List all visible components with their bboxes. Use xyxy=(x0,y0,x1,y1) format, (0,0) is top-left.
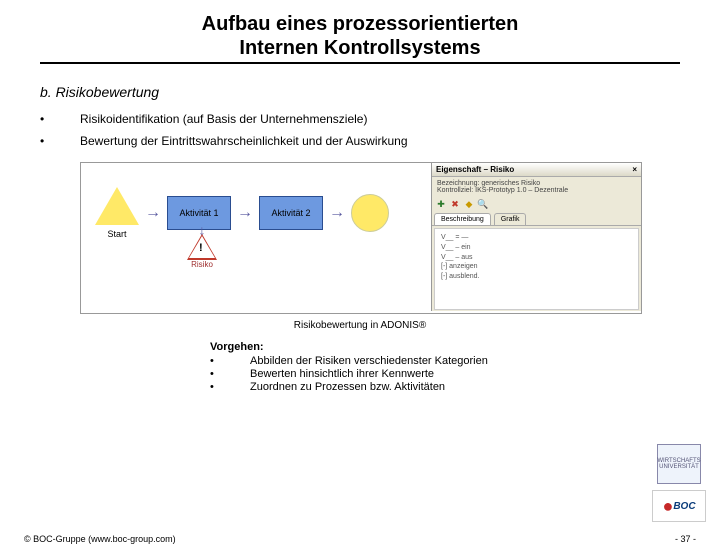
footer-copyright: © BOC-Gruppe (www.boc-group.com) xyxy=(24,534,176,544)
panel-info-line: Bezeichnung: generisches Risiko xyxy=(437,180,636,187)
panel-body: V__ = — V__ – ein V__ – aus [-] anzeigen… xyxy=(434,228,639,310)
warning-triangle-icon: ! xyxy=(189,236,215,258)
arrow-icon: → xyxy=(329,204,345,222)
diagram-caption: Risikobewertung in ADONIS® xyxy=(80,320,640,331)
boc-logo-text: BOC xyxy=(673,501,695,512)
logo-stack: WIRTSCHAFTS UNIVERSITÄT ● BOC xyxy=(652,444,706,522)
vorgehen-heading: Vorgehen: xyxy=(210,341,680,353)
bullet-marker: • xyxy=(40,112,80,126)
circle-icon xyxy=(351,194,389,232)
bullet-marker: • xyxy=(210,368,250,380)
bullet-marker: • xyxy=(210,355,250,367)
bullet-item: • Bewertung der Eintrittswahrscheinlichk… xyxy=(40,134,680,148)
close-icon[interactable]: × xyxy=(632,165,637,174)
vorgehen-item: • Abbilden der Risiken verschiedenster K… xyxy=(210,355,680,367)
triangle-icon xyxy=(95,187,139,225)
start-label: Start xyxy=(95,229,139,239)
vorgehen-text: Abbilden der Risiken verschiedenster Kat… xyxy=(250,355,488,367)
title-line-2: Internen Kontrollsystems xyxy=(0,36,720,60)
arrow-icon: → xyxy=(145,204,161,222)
vorgehen-text: Zuordnen zu Prozessen bzw. Aktivitäten xyxy=(250,381,445,393)
panel-tabs: Beschreibung Grafik xyxy=(432,211,641,226)
bullet-text: Bewertung der Eintrittswahrscheinlichkei… xyxy=(80,134,408,148)
risk-label: Risiko xyxy=(191,260,213,269)
panel-body-line: V__ – aus xyxy=(441,253,632,263)
panel-body-line: V__ – ein xyxy=(441,243,632,253)
add-icon[interactable]: ✚ xyxy=(436,199,446,209)
bullet-list: • Risikoidentifikation (auf Basis der Un… xyxy=(40,112,680,148)
bullet-marker: • xyxy=(40,134,80,148)
section-heading: b. Risikobewertung xyxy=(40,84,680,100)
slide-title: Aufbau eines prozessorientierten Interne… xyxy=(0,12,720,60)
start-node: Start xyxy=(95,187,139,239)
flow-row: Start → Aktivität 1 → Aktivität 2 → xyxy=(81,163,389,239)
boc-logo: ● BOC xyxy=(652,490,706,522)
panel-titlebar: Eigenschaft – Risiko × xyxy=(432,163,641,177)
panel-info: Bezeichnung: generisches Risiko Kontroll… xyxy=(432,177,641,197)
vorgehen-item: • Bewerten hinsichtlich ihrer Kennwerte xyxy=(210,368,680,380)
properties-panel: Eigenschaft – Risiko × Bezeichnung: gene… xyxy=(431,163,641,311)
exclamation-icon: ! xyxy=(199,242,203,254)
bullet-marker: • xyxy=(210,381,250,393)
panel-info-line: Kontrollziel: IKS-Prototyp 1.0 – Dezentr… xyxy=(437,187,636,194)
diamond-icon[interactable]: ◆ xyxy=(464,199,474,209)
risk-branch: ↓ ! Risiko xyxy=(189,225,215,269)
tab-graphic[interactable]: Grafik xyxy=(494,213,527,225)
process-diagram: Start → Aktivität 1 → Aktivität 2 → ↓ ! … xyxy=(80,162,642,314)
end-node xyxy=(351,194,389,232)
delete-icon[interactable]: ✖ xyxy=(450,199,460,209)
bullet-item: • Risikoidentifikation (auf Basis der Un… xyxy=(40,112,680,126)
activity-2-node: Aktivität 2 xyxy=(259,196,323,230)
title-line-1: Aufbau eines prozessorientierten xyxy=(0,12,720,36)
bullet-text: Risikoidentifikation (auf Basis der Unte… xyxy=(80,112,367,126)
university-logo: WIRTSCHAFTS UNIVERSITÄT xyxy=(657,444,701,484)
vorgehen-text: Bewerten hinsichtlich ihrer Kennwerte xyxy=(250,368,434,380)
footer: © BOC-Gruppe (www.boc-group.com) - 37 - xyxy=(0,534,720,544)
footer-page-number: - 37 - xyxy=(675,534,696,544)
tab-description[interactable]: Beschreibung xyxy=(434,213,491,225)
panel-title-text: Eigenschaft – Risiko xyxy=(436,165,514,174)
panel-body-line: [-] ausblend. xyxy=(441,272,632,282)
vorgehen-item: • Zuordnen zu Prozessen bzw. Aktivitäten xyxy=(210,381,680,393)
arrow-icon: → xyxy=(237,204,253,222)
activity-box: Aktivität 2 xyxy=(259,196,323,230)
vorgehen-block: Vorgehen: • Abbilden der Risiken verschi… xyxy=(210,341,680,393)
panel-body-line: [-] anzeigen xyxy=(441,262,632,272)
panel-body-line: V__ = — xyxy=(441,233,632,243)
search-icon[interactable]: 🔍 xyxy=(478,199,488,209)
panel-toolbar: ✚ ✖ ◆ 🔍 xyxy=(432,197,641,211)
